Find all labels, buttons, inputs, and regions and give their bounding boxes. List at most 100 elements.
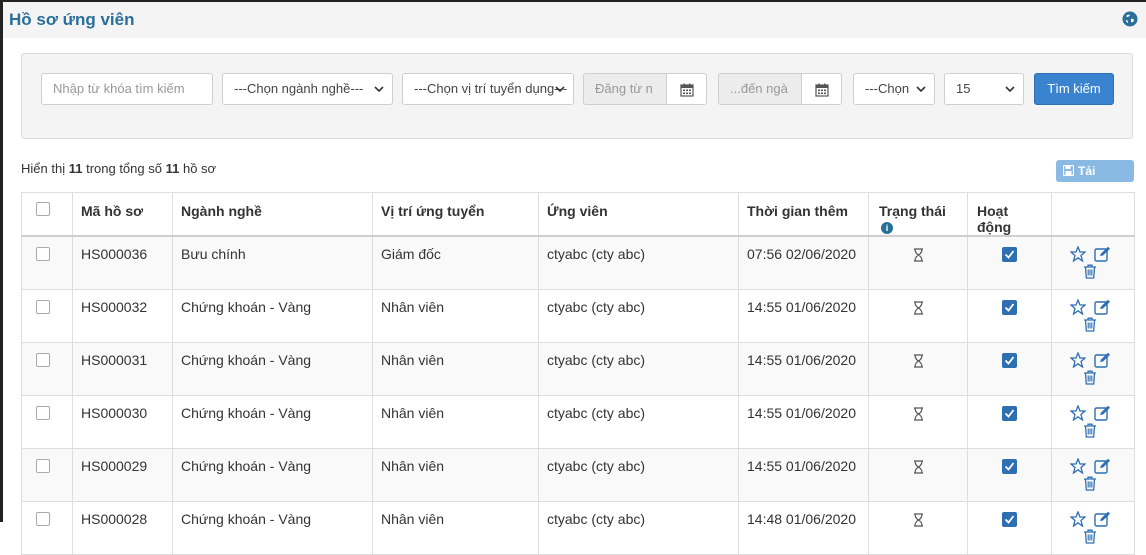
globe-icon[interactable] <box>1122 11 1138 27</box>
row-checkbox[interactable] <box>36 352 50 367</box>
header-time-added[interactable]: Thời gian thêm <box>738 192 869 237</box>
cell-status <box>868 235 968 290</box>
summary-prefix: Hiển thị <box>21 161 66 176</box>
cell-position: Nhân viên <box>372 500 539 555</box>
cell-time-added: 14:55 01/06/2020 <box>738 341 869 396</box>
cell-active <box>967 500 1052 555</box>
edit-icon[interactable] <box>1094 405 1111 421</box>
position-select[interactable]: ---Chọn vị trí tuyển dụng--- <box>402 73 574 105</box>
active-checkbox[interactable] <box>1002 352 1017 368</box>
cell-position: Nhân viên <box>372 341 539 396</box>
row-checkbox[interactable] <box>36 247 50 261</box>
status-select[interactable]: ---Chọn <box>853 73 935 105</box>
row-checkbox[interactable] <box>36 299 50 314</box>
cell-position: Nhân viên <box>372 447 539 502</box>
chevron-down-icon <box>1005 86 1015 93</box>
industry-select[interactable]: ---Chọn ngành nghề--- <box>222 73 393 105</box>
filter-panel: Nhập từ khóa tìm kiếm ---Chọn ngành nghề… <box>21 53 1133 139</box>
summary-middle: trong tổng số <box>86 161 162 176</box>
cell-actions <box>1051 447 1135 502</box>
trash-icon[interactable] <box>1083 264 1097 279</box>
industry-select-value: ---Chọn ngành nghề--- <box>234 81 364 96</box>
cell-position: Nhân viên <box>372 288 539 343</box>
page-size-select[interactable]: 15 <box>944 73 1024 105</box>
search-button[interactable]: Tìm kiếm <box>1034 73 1114 105</box>
window-left-border <box>0 0 3 522</box>
summary-suffix: hồ sơ <box>182 161 217 176</box>
table-row: HS000028 Chứng khoán - Vàng Nhân viên ct… <box>21 500 1135 555</box>
table-row: HS000032 Chứng khoán - Vàng Nhân viên ct… <box>21 288 1135 343</box>
star-icon[interactable] <box>1070 246 1086 262</box>
table-row: HS000031 Chứng khoán - Vàng Nhân viên ct… <box>21 341 1135 396</box>
cell-actions <box>1051 288 1135 343</box>
star-icon[interactable] <box>1070 351 1086 368</box>
cell-candidate: ctyabc (cty abc) <box>538 447 739 502</box>
date-to-calendar-button[interactable] <box>802 73 842 105</box>
cell-industry: Chứng khoán - Vàng <box>172 341 373 396</box>
trash-icon[interactable] <box>1083 476 1097 491</box>
header-status: Trạng thái <box>879 203 946 219</box>
cell-status <box>868 447 968 502</box>
active-checkbox[interactable] <box>1002 299 1017 315</box>
cell-industry: Chứng khoán - Vàng <box>172 447 373 502</box>
header-actions <box>1051 192 1135 237</box>
cell-time-added: 14:55 01/06/2020 <box>738 394 869 449</box>
position-select-value: ---Chọn vị trí tuyển dụng--- <box>414 81 568 96</box>
active-checkbox[interactable] <box>1002 511 1017 527</box>
cell-active <box>967 235 1052 290</box>
trash-icon[interactable] <box>1083 317 1097 332</box>
star-icon[interactable] <box>1070 298 1086 315</box>
star-icon[interactable] <box>1070 404 1086 421</box>
cell-time-added: 07:56 02/06/2020 <box>738 235 869 290</box>
active-checkbox[interactable] <box>1002 405 1017 421</box>
header-status-cell[interactable]: Trạng thái i <box>868 192 968 237</box>
row-checkbox[interactable] <box>36 458 50 473</box>
cell-industry: Chứng khoán - Vàng <box>172 500 373 555</box>
hourglass-icon <box>913 300 923 315</box>
cell-candidate: ctyabc (cty abc) <box>538 288 739 343</box>
calendar-icon <box>815 83 829 97</box>
cell-industry: Chứng khoán - Vàng <box>172 288 373 343</box>
cell-time-added: 14:55 01/06/2020 <box>738 447 869 502</box>
edit-icon[interactable] <box>1094 511 1111 527</box>
keyword-search-input[interactable]: Nhập từ khóa tìm kiếm <box>41 73 213 105</box>
row-checkbox[interactable] <box>36 405 50 420</box>
cell-candidate: ctyabc (cty abc) <box>538 341 739 396</box>
cell-code: HS000029 <box>72 447 173 502</box>
active-checkbox[interactable] <box>1002 247 1017 262</box>
cell-code: HS000028 <box>72 500 173 555</box>
cell-position: Nhân viên <box>372 394 539 449</box>
cell-time-added: 14:48 01/06/2020 <box>738 500 869 555</box>
header-position[interactable]: Vị trí ứng tuyển <box>372 192 539 237</box>
row-checkbox[interactable] <box>36 511 50 526</box>
edit-icon[interactable] <box>1094 246 1111 262</box>
date-from-input[interactable]: Đăng từ n <box>583 73 667 105</box>
hourglass-icon <box>913 353 923 368</box>
download-button[interactable]: Tải xuống <box>1056 160 1134 200</box>
header-code[interactable]: Mã hồ sơ <box>72 192 173 237</box>
cell-candidate: ctyabc (cty abc) <box>538 500 739 555</box>
cell-code: HS000031 <box>72 341 173 396</box>
star-icon[interactable] <box>1070 457 1086 474</box>
active-checkbox[interactable] <box>1002 458 1017 474</box>
date-to-input[interactable]: ...đến ngà <box>718 73 802 105</box>
cell-active <box>967 447 1052 502</box>
select-all-checkbox[interactable] <box>36 202 50 216</box>
trash-icon[interactable] <box>1083 423 1097 438</box>
header-candidate[interactable]: Ứng viên <box>538 192 739 237</box>
header-industry[interactable]: Ngành nghề <box>172 192 373 237</box>
info-icon[interactable]: i <box>881 222 893 234</box>
edit-icon[interactable] <box>1094 299 1111 315</box>
date-from-calendar-button[interactable] <box>667 73 707 105</box>
edit-icon[interactable] <box>1094 352 1111 368</box>
cell-actions <box>1051 341 1135 396</box>
cell-candidate: ctyabc (cty abc) <box>538 394 739 449</box>
trash-icon[interactable] <box>1083 529 1097 544</box>
table-header-row: Mã hồ sơ Ngành nghề Vị trí ứng tuyển Ứng… <box>21 192 1135 237</box>
edit-icon[interactable] <box>1094 458 1111 474</box>
cell-active <box>967 394 1052 449</box>
header-active[interactable]: Hoạt động <box>967 192 1052 237</box>
star-icon[interactable] <box>1070 510 1086 527</box>
trash-icon[interactable] <box>1083 370 1097 385</box>
table-row: HS000029 Chứng khoán - Vàng Nhân viên ct… <box>21 447 1135 502</box>
